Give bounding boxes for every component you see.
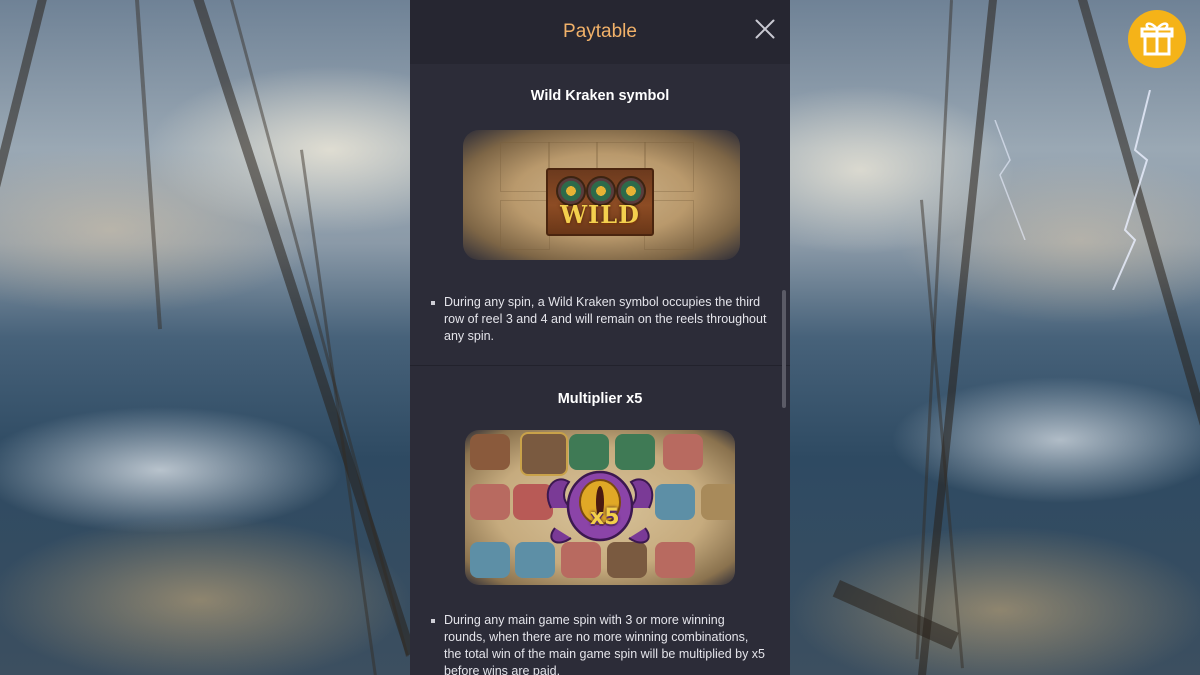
gift-button[interactable] bbox=[1128, 10, 1186, 68]
ship-rope bbox=[230, 0, 409, 657]
symbol-gem-icon bbox=[701, 484, 735, 520]
list-item: During any spin, a Wild Kraken symbol oc… bbox=[428, 294, 768, 345]
paytable-modal: Paytable Wild Kraken symbol WILD During … bbox=[410, 0, 790, 675]
ship-rope bbox=[300, 149, 379, 675]
ship-rope bbox=[135, 0, 163, 330]
ship-mast bbox=[916, 0, 998, 675]
modal-title: Paytable bbox=[563, 21, 637, 42]
modal-header: Paytable bbox=[410, 0, 790, 64]
lightning-bolt bbox=[1112, 90, 1151, 290]
paytable-content[interactable]: Wild Kraken symbol WILD During any spin,… bbox=[410, 64, 790, 675]
multiplier-x5-image: x5 bbox=[465, 430, 735, 585]
ship-hull bbox=[832, 580, 959, 650]
symbol-anchor-icon bbox=[569, 434, 609, 470]
multiplier-rules: During any main game spin with 3 or more… bbox=[428, 612, 768, 675]
close-icon[interactable] bbox=[754, 18, 776, 40]
gift-icon bbox=[1140, 22, 1174, 56]
section-title-multiplier: Multiplier x5 bbox=[557, 391, 643, 407]
wild-kraken-symbol-image: WILD bbox=[463, 130, 740, 260]
symbol-gem-icon bbox=[655, 542, 695, 578]
lightning-bolt bbox=[994, 120, 1026, 240]
wild-kraken-rules: During any spin, a Wild Kraken symbol oc… bbox=[428, 294, 768, 345]
symbol-anchor-icon bbox=[615, 434, 655, 470]
reel-cell bbox=[500, 200, 550, 250]
symbol-gem-icon bbox=[470, 542, 510, 578]
section-title-wild-kraken: Wild Kraken symbol bbox=[530, 88, 670, 104]
scrollbar-thumb[interactable] bbox=[782, 290, 786, 408]
reel-cell bbox=[500, 142, 550, 192]
list-item: During any main game spin with 3 or more… bbox=[428, 612, 768, 675]
multiplier-label: x5 bbox=[590, 505, 620, 530]
wild-label: WILD bbox=[560, 200, 640, 229]
symbol-pirate-icon bbox=[470, 434, 510, 470]
symbol-gem-icon bbox=[655, 484, 695, 520]
wild-symbol-tile: WILD bbox=[546, 168, 654, 236]
section-divider bbox=[410, 365, 790, 366]
symbol-gem-icon bbox=[470, 484, 510, 520]
ship-mast bbox=[0, 0, 49, 245]
symbol-gem-icon bbox=[663, 434, 703, 470]
